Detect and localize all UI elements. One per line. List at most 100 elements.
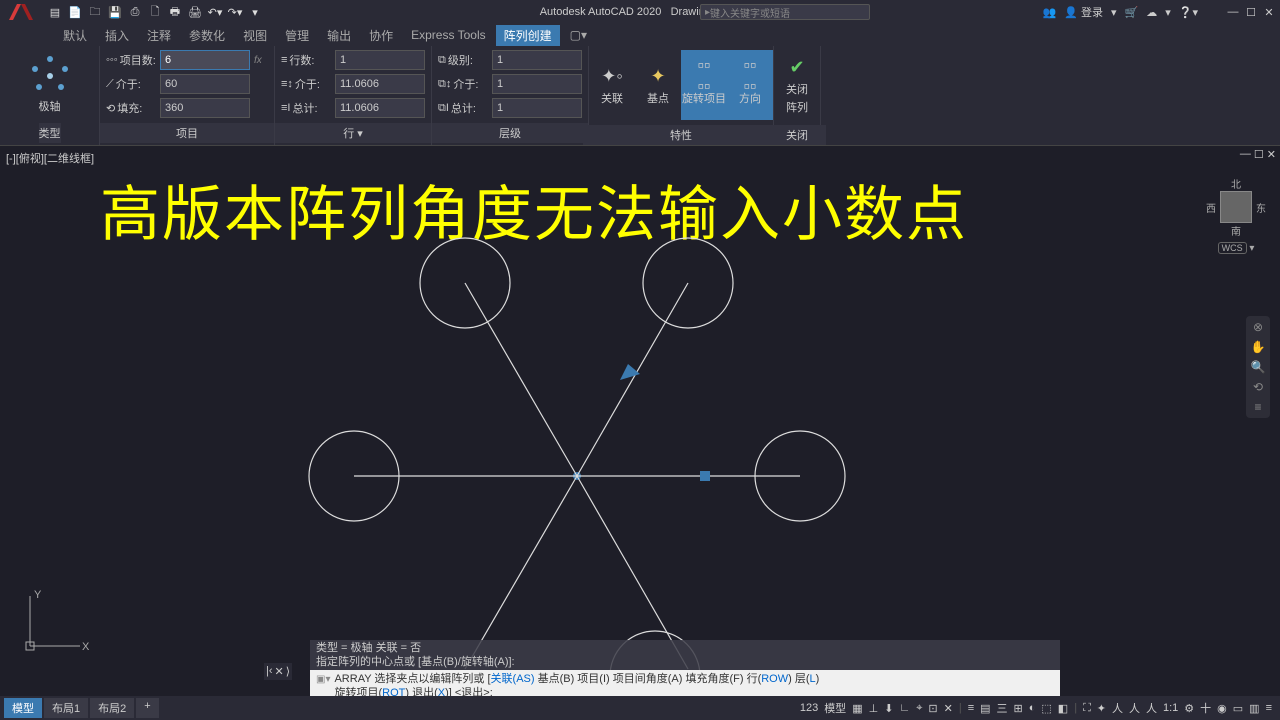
nav-more-icon[interactable]: ≡ <box>1254 400 1261 414</box>
share-icon[interactable]: 👥 <box>1043 6 1057 19</box>
login-button[interactable]: 👤 登录 <box>1064 4 1103 20</box>
tab-annotate[interactable]: 注释 <box>139 25 179 46</box>
rows-between-input[interactable] <box>335 74 425 94</box>
tab-default[interactable]: 默认 <box>55 25 95 46</box>
si[interactable]: ▭ <box>1233 702 1243 715</box>
qat-redo[interactable]: ↷▾ <box>226 3 244 21</box>
si[interactable]: 三 <box>997 700 1008 716</box>
si[interactable]: 人 <box>1112 700 1123 716</box>
si[interactable]: ≡ <box>968 702 974 714</box>
si[interactable]: ⬚ <box>1041 702 1051 715</box>
viewport-label[interactable]: [-][俯视][二维线框] <box>6 150 94 166</box>
qat-print[interactable]: 🖨 <box>186 3 204 21</box>
si[interactable]: ✦ <box>1097 702 1106 715</box>
coords[interactable]: 123 <box>800 702 818 714</box>
qat-more[interactable]: ▾ <box>246 3 264 21</box>
si[interactable]: ⌖ <box>916 702 922 715</box>
qat-plot[interactable]: 🖶 <box>166 3 184 21</box>
qat-new[interactable]: 📄 <box>66 3 84 21</box>
view-cube[interactable]: 北 西东 南 WCS ▾ <box>1206 176 1266 246</box>
pan-icon[interactable]: ✋ <box>1251 340 1266 354</box>
quick-access-toolbar: ▤ 📄 🗀 💾 ⎙ 🗋 🖶 🖨 ↶▾ ↷▾ ▾ <box>42 3 268 21</box>
close-button[interactable]: ✕ <box>1262 6 1276 19</box>
nav-wheel-icon[interactable]: ⊗ <box>1253 320 1263 334</box>
si[interactable]: ∟ <box>899 702 910 714</box>
login-drop[interactable]: ▾ <box>1111 6 1117 19</box>
levels-total-input[interactable] <box>492 98 582 118</box>
scale[interactable]: 1:1 <box>1163 702 1178 714</box>
rows-total-input[interactable] <box>335 98 425 118</box>
tab-parametric[interactable]: 参数化 <box>181 25 233 46</box>
cmd-toggle[interactable]: |‹✕⟩ <box>264 663 292 680</box>
assoc-button[interactable]: ✦◦关联 <box>589 50 635 120</box>
si[interactable]: ⊡ <box>928 702 937 715</box>
orbit-icon[interactable]: ⟲ <box>1253 380 1263 394</box>
levels-between-input[interactable] <box>492 74 582 94</box>
tab-add[interactable]: + <box>136 698 158 718</box>
tab-array-create[interactable]: 阵列创建 <box>496 25 560 46</box>
zoom-icon[interactable]: 🔍 <box>1251 360 1266 374</box>
tab-collab[interactable]: 协作 <box>361 25 401 46</box>
search-box[interactable]: ▸ 键入关键字或短语 <box>700 4 870 20</box>
rotate-button[interactable]: ▫▫▫▫旋转项目 <box>681 50 727 120</box>
items-count-input[interactable] <box>160 50 250 70</box>
tab-view[interactable]: 视图 <box>235 25 275 46</box>
tab-express[interactable]: Express Tools <box>403 26 493 44</box>
max-button[interactable]: ☐ <box>1244 6 1258 19</box>
panel-rows: ≡ 行数: ≡↕ 介于: ≡I 总计: 行 ▾ <box>275 46 432 145</box>
close-array-button[interactable]: ✔关闭阵列 <box>774 50 820 120</box>
si[interactable]: ⊞ <box>1014 702 1023 715</box>
status-model[interactable]: 模型 <box>824 700 846 716</box>
panel-title: 项目 <box>100 123 274 143</box>
si[interactable]: 人 <box>1129 700 1140 716</box>
tab-manage[interactable]: 管理 <box>277 25 317 46</box>
tab-app[interactable]: ▢▾ <box>562 26 595 44</box>
vp-close[interactable]: ✕ <box>1267 148 1276 161</box>
polar-label: 极轴 <box>39 98 61 114</box>
si[interactable]: ▦ <box>852 702 862 715</box>
si[interactable]: ⊥ <box>869 702 879 715</box>
tab-layout2[interactable]: 布局2 <box>90 698 134 718</box>
svg-text:Y: Y <box>34 589 42 601</box>
si[interactable]: ⬇ <box>884 702 893 715</box>
qat-open[interactable]: 🗀 <box>86 3 104 21</box>
items-between-label: ⟋ 介于: <box>106 76 156 92</box>
tab-insert[interactable]: 插入 <box>97 25 137 46</box>
direction-button[interactable]: ▫▫▫▫方向 <box>727 50 773 120</box>
si[interactable]: ▤ <box>980 702 990 715</box>
tab-output[interactable]: 输出 <box>319 25 359 46</box>
si[interactable]: ▥ <box>1249 702 1259 715</box>
nav-bar[interactable]: ⊗ ✋ 🔍 ⟲ ≡ <box>1246 316 1270 418</box>
drawing-canvas[interactable]: [-][俯视][二维线框] —☐✕ 高版本阵列角度无法输入小数点 北 西东 南 … <box>0 146 1280 696</box>
rows-count-input[interactable] <box>335 50 425 70</box>
si[interactable]: ◧ <box>1058 702 1068 715</box>
a360-icon[interactable]: ☁ <box>1146 6 1157 19</box>
qat-btn5[interactable]: 🗋 <box>146 3 164 21</box>
help-icon[interactable]: ❔▾ <box>1179 6 1198 19</box>
exchange-icon[interactable]: 🛒 <box>1125 6 1139 19</box>
drop-icon[interactable]: ▾ <box>1165 6 1171 19</box>
si[interactable]: ⛶ <box>1083 702 1091 715</box>
tab-layout1[interactable]: 布局1 <box>44 698 88 718</box>
min-button[interactable]: — <box>1226 6 1240 19</box>
si[interactable]: ⚙ <box>1184 702 1194 715</box>
si[interactable]: ≡ <box>1266 702 1272 714</box>
si[interactable]: ✕ <box>944 702 953 715</box>
tab-model[interactable]: 模型 <box>4 698 42 718</box>
qat-undo[interactable]: ↶▾ <box>206 3 224 21</box>
levels-count-input[interactable] <box>492 50 582 70</box>
base-button[interactable]: ✦基点 <box>635 50 681 120</box>
items-between-input[interactable] <box>160 74 250 94</box>
si[interactable]: ◉ <box>1217 702 1227 715</box>
rows-total-label: ≡I 总计: <box>281 100 331 116</box>
qat-btn[interactable]: ▤ <box>46 3 64 21</box>
si[interactable]: 人 <box>1146 700 1157 716</box>
vp-min[interactable]: — <box>1240 148 1251 161</box>
polar-array-icon[interactable] <box>30 56 70 96</box>
items-fill-input[interactable] <box>160 98 250 118</box>
vp-max[interactable]: ☐ <box>1254 148 1264 161</box>
qat-save[interactable]: 💾 <box>106 3 124 21</box>
si[interactable]: ◐ <box>1029 702 1036 714</box>
qat-saveas[interactable]: ⎙ <box>126 3 144 21</box>
si[interactable]: 十 <box>1200 700 1211 716</box>
